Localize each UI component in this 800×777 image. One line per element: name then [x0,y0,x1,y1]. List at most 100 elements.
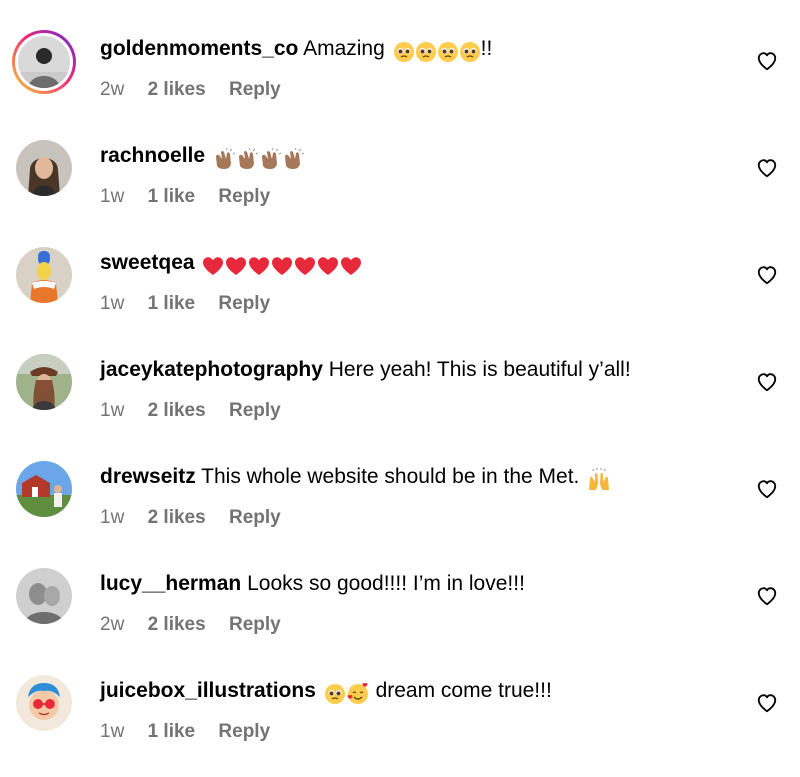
emoji-group [393,39,481,65]
red-heart-emoji [295,257,316,276]
comment-likes-count[interactable]: 2 likes [148,614,206,636]
reply-button[interactable]: Reply [229,400,281,422]
clapping-hands-emoji [284,148,305,170]
comment-likes-count[interactable]: 1 like [148,721,196,743]
comment-text: This whole website should be in the Met. [201,465,580,488]
comment-timestamp[interactable]: 2w [100,614,124,636]
comment-item: sweetqea 1w 1 like Reply [0,224,800,331]
reply-button[interactable]: Reply [218,721,270,743]
emoji-group [324,681,370,707]
emoji-group [202,253,362,279]
comment-timestamp[interactable]: 1w [100,400,124,422]
red-heart-emoji [226,257,247,276]
pleading-face-emoji [415,42,436,63]
red-heart-emoji [203,257,224,276]
avatar [16,247,72,303]
comment-meta: 2w 2 likes Reply [100,614,281,636]
comment-text-after: dream come true!!! [375,679,552,702]
comment-likes-count[interactable]: 2 likes [148,79,206,101]
comment-likes-count[interactable]: 2 likes [148,400,206,422]
reply-button[interactable]: Reply [229,614,281,636]
comment-meta: 1w 2 likes Reply [100,400,281,422]
comment-text-line: drewseitz This whole website should be i… [100,464,611,493]
heart-outline-icon[interactable] [756,157,778,179]
comment-text-line: jaceykatephotography Here yeah! This is … [100,357,631,383]
pleading-face-emoji [459,42,480,63]
avatar [16,568,72,624]
comment-meta: 2w 2 likes Reply [100,79,281,101]
comment-username[interactable]: lucy__herman [100,572,241,595]
red-heart-emoji [249,257,270,276]
red-heart-emoji [318,257,339,276]
comment-item: lucy__herman Looks so good!!!! I’m in lo… [0,545,800,652]
comment-text-line: goldenmoments_co Amazing !! [100,36,492,65]
pleading-face-emoji [437,42,458,63]
comment-likes-count[interactable]: 1 like [148,186,196,208]
comment-timestamp[interactable]: 1w [100,721,124,743]
comment-username[interactable]: goldenmoments_co [100,37,298,60]
avatar-wrapper[interactable] [16,354,72,410]
comment-likes-count[interactable]: 2 likes [148,507,206,529]
comment-timestamp[interactable]: 1w [100,507,124,529]
red-heart-emoji [272,257,293,276]
red-heart-emoji [341,257,362,276]
comment-text-line: sweetqea [100,250,362,279]
heart-outline-icon[interactable] [756,371,778,393]
avatar [16,675,72,731]
comment-text-line: juicebox_illustrations dream come true!!… [100,678,552,707]
avatar-wrapper[interactable] [16,675,72,731]
reply-button[interactable]: Reply [229,507,281,529]
comment-timestamp[interactable]: 1w [100,293,124,315]
comments-list: goldenmoments_co Amazing !! 2w 2 likes R… [0,0,800,777]
heart-outline-icon[interactable] [756,692,778,714]
comment-likes-count[interactable]: 1 like [148,293,196,315]
heart-outline-icon[interactable] [756,264,778,286]
emoji-group [587,467,611,493]
comment-item: rachnoelle 1w 1 like Reply [0,117,800,224]
comment-username[interactable]: jaceykatephotography [100,358,323,381]
avatar-story-ring[interactable] [12,30,76,94]
avatar-wrapper[interactable] [16,568,72,624]
comment-text: Looks so good!!!! I’m in love!!! [247,572,525,595]
comment-item: juicebox_illustrations dream come true!!… [0,652,800,759]
comment-text: Here yeah! This is beautiful y’all! [328,358,631,381]
comment-meta: 1w 1 like Reply [100,186,270,208]
comment-item: goldenmoments_co Amazing !! 2w 2 likes R… [0,10,800,117]
comment-username[interactable]: drewseitz [100,465,196,488]
comment-username[interactable]: rachnoelle [100,144,205,167]
emoji-group [213,146,305,172]
pleading-face-emoji [393,42,414,63]
pleading-face-emoji [324,684,345,705]
comment-timestamp[interactable]: 2w [100,79,124,101]
raising-hands-emoji [589,468,610,491]
comment-text-line: rachnoelle [100,143,305,172]
comment-meta: 1w 1 like Reply [100,721,270,743]
avatar [18,36,70,88]
clapping-hands-emoji [238,148,259,170]
reply-button[interactable]: Reply [218,186,270,208]
comment-meta: 1w 2 likes Reply [100,507,281,529]
heart-outline-icon[interactable] [756,478,778,500]
avatar-wrapper[interactable] [16,140,72,196]
comment-text: Amazing [303,37,385,60]
comment-meta: 1w 1 like Reply [100,293,270,315]
clapping-hands-emoji [215,148,236,170]
comment-item: jaceykatephotography Here yeah! This is … [0,331,800,438]
avatar-wrapper[interactable] [16,247,72,303]
comment-item: drewseitz This whole website should be i… [0,438,800,545]
reply-button[interactable]: Reply [229,79,281,101]
heart-outline-icon[interactable] [756,50,778,72]
avatar [16,461,72,517]
smiling-face-with-hearts-emoji [347,683,368,705]
comment-text-after: !! [480,37,493,60]
comment-text-line: lucy__herman Looks so good!!!! I’m in lo… [100,571,525,597]
avatar [16,140,72,196]
avatar [16,354,72,410]
avatar-wrapper[interactable] [16,461,72,517]
reply-button[interactable]: Reply [218,293,270,315]
heart-outline-icon[interactable] [756,585,778,607]
clapping-hands-emoji [261,148,282,170]
comment-timestamp[interactable]: 1w [100,186,124,208]
comment-username[interactable]: juicebox_illustrations [100,679,316,702]
comment-username[interactable]: sweetqea [100,251,195,274]
